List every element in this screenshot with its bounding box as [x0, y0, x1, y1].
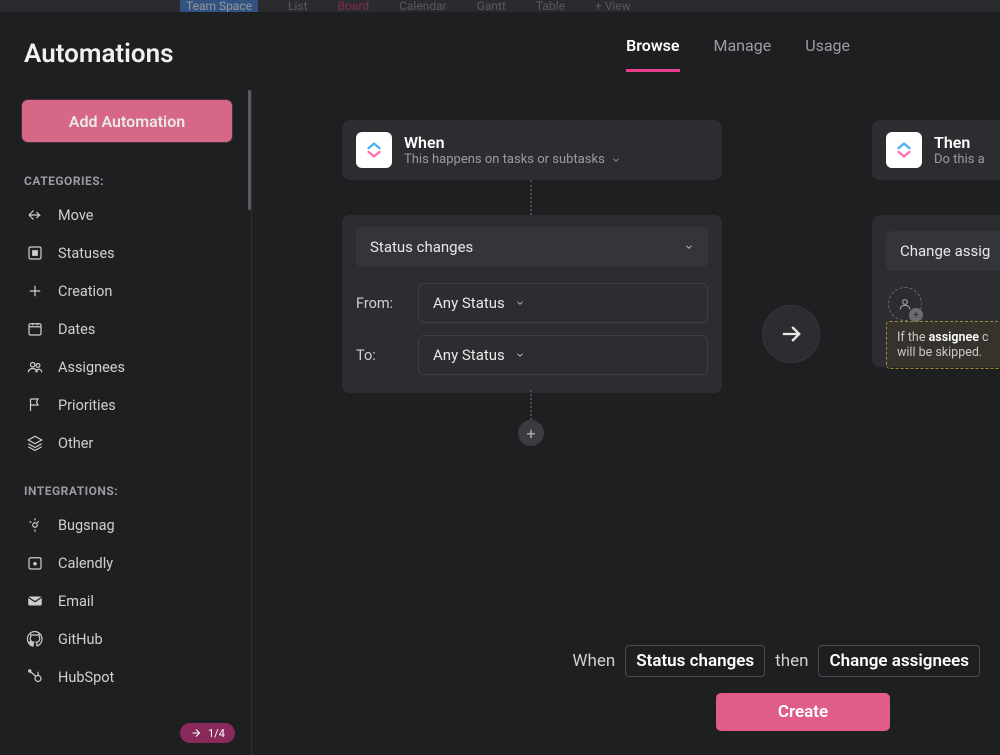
page-title: Automations: [24, 39, 174, 69]
summary-then-word: then: [775, 651, 808, 671]
flow-arrow: [762, 305, 820, 363]
connector-line: [530, 180, 532, 215]
view-table[interactable]: Table: [536, 0, 565, 12]
view-board[interactable]: Board: [338, 0, 370, 12]
move-icon: [26, 206, 44, 224]
warning-note: If the assignee c will be skipped.: [886, 321, 1000, 369]
add-assignee-button[interactable]: +: [888, 287, 922, 321]
calendar-icon: [26, 320, 44, 338]
layers-icon: [26, 434, 44, 452]
add-trigger-button[interactable]: +: [518, 420, 544, 446]
sidebar-item-label: Email: [58, 593, 94, 610]
github-icon: [26, 630, 44, 648]
chevron-down-icon: [515, 350, 525, 360]
from-label: From:: [356, 295, 400, 312]
from-status-select[interactable]: Any Status: [418, 283, 708, 323]
sidebar-item-creation[interactable]: Creation: [22, 272, 235, 310]
tab-usage[interactable]: Usage: [805, 36, 850, 72]
calendly-icon: [26, 554, 44, 572]
hubspot-icon: [26, 668, 44, 686]
sidebar-scrollbar[interactable]: [248, 90, 251, 210]
to-label: To:: [356, 347, 400, 364]
categories-heading: CATEGORIES:: [24, 174, 235, 188]
sidebar-item-label: Dates: [58, 321, 95, 338]
view-calendar[interactable]: Calendar: [399, 0, 447, 12]
tab-browse[interactable]: Browse: [626, 36, 679, 72]
add-automation-button[interactable]: Add Automation: [22, 100, 232, 142]
then-subtitle: Do this a: [934, 152, 985, 167]
chevron-down-icon: [515, 298, 525, 308]
when-subtitle[interactable]: This happens on tasks or subtasks: [404, 152, 621, 167]
sidebar-item-assignees[interactable]: Assignees: [22, 348, 235, 386]
space-badge[interactable]: Team Space: [180, 0, 258, 12]
action-type-label: Change assig: [900, 242, 990, 260]
automation-canvas: When This happens on tasks or subtasks S…: [252, 90, 1000, 755]
builder-footer: When Status changes then Change assignee…: [504, 625, 1000, 755]
when-title: When: [404, 133, 621, 152]
chevron-down-icon: [611, 155, 621, 165]
status-icon: [26, 244, 44, 262]
trigger-type-label: Status changes: [370, 238, 473, 256]
clickup-icon: [356, 132, 392, 168]
sidebar-item-label: Statuses: [58, 245, 115, 262]
action-card: Change assig + If the assignee c will be…: [872, 215, 1000, 367]
summary-then-pill[interactable]: Change assignees: [818, 645, 980, 677]
sidebar-item-other[interactable]: Other: [22, 424, 235, 462]
sidebar-item-label: Assignees: [58, 359, 125, 376]
integrations-heading: INTEGRATIONS:: [24, 484, 235, 498]
header: Automations Browse Manage Usage: [0, 12, 1000, 72]
sidebar-item-label: Other: [58, 435, 93, 452]
clickup-icon: [886, 132, 922, 168]
header-tabs: Browse Manage Usage: [626, 36, 850, 72]
top-nav-strip: Team Space List Board Calendar Gantt Tab…: [0, 0, 1000, 12]
view-gantt[interactable]: Gantt: [477, 0, 506, 12]
view-list[interactable]: List: [288, 0, 308, 12]
then-title: Then: [934, 133, 985, 152]
progress-badge[interactable]: 1/4: [180, 723, 235, 743]
plus-badge-icon: +: [909, 308, 923, 322]
sidebar-item-priorities[interactable]: Priorities: [22, 386, 235, 424]
sidebar-item-statuses[interactable]: Statuses: [22, 234, 235, 272]
action-type-select[interactable]: Change assig: [886, 231, 1000, 271]
sidebar-item-hubspot[interactable]: HubSpot: [22, 658, 235, 696]
chevron-down-icon: [684, 242, 694, 252]
to-status-select[interactable]: Any Status: [418, 335, 708, 375]
sidebar: Add Automation CATEGORIES: Move Statuses…: [0, 90, 252, 755]
to-status-value: Any Status: [433, 346, 505, 364]
sidebar-item-label: Calendly: [58, 555, 113, 572]
sidebar-item-calendly[interactable]: Calendly: [22, 544, 235, 582]
create-button[interactable]: Create: [716, 693, 890, 731]
sidebar-item-label: Bugsnag: [58, 517, 115, 534]
tab-manage[interactable]: Manage: [714, 36, 772, 72]
sidebar-item-label: Move: [58, 207, 93, 224]
flag-icon: [26, 396, 44, 414]
email-icon: [26, 592, 44, 610]
sidebar-item-bugsnag[interactable]: Bugsnag: [22, 506, 235, 544]
automation-summary: When Status changes then Change assignee…: [572, 645, 980, 677]
sidebar-item-label: HubSpot: [58, 669, 114, 686]
people-icon: [26, 358, 44, 376]
sidebar-item-dates[interactable]: Dates: [22, 310, 235, 348]
bugsnag-icon: [26, 516, 44, 534]
sidebar-item-label: Creation: [58, 283, 112, 300]
sidebar-item-email[interactable]: Email: [22, 582, 235, 620]
summary-when-pill[interactable]: Status changes: [625, 645, 765, 677]
summary-when-word: When: [572, 651, 615, 671]
then-header-card[interactable]: Then Do this a: [872, 120, 1000, 180]
trigger-card: Status changes From: Any Status To: Any …: [342, 215, 722, 393]
plus-icon: [26, 282, 44, 300]
from-status-value: Any Status: [433, 294, 505, 312]
sidebar-item-label: Priorities: [58, 397, 116, 414]
trigger-type-select[interactable]: Status changes: [356, 227, 708, 267]
sidebar-item-github[interactable]: GitHub: [22, 620, 235, 658]
sidebar-item-move[interactable]: Move: [22, 196, 235, 234]
sidebar-item-label: GitHub: [58, 631, 103, 648]
when-header-card[interactable]: When This happens on tasks or subtasks: [342, 120, 722, 180]
connector-line: [530, 390, 532, 420]
view-add[interactable]: + View: [595, 0, 631, 12]
